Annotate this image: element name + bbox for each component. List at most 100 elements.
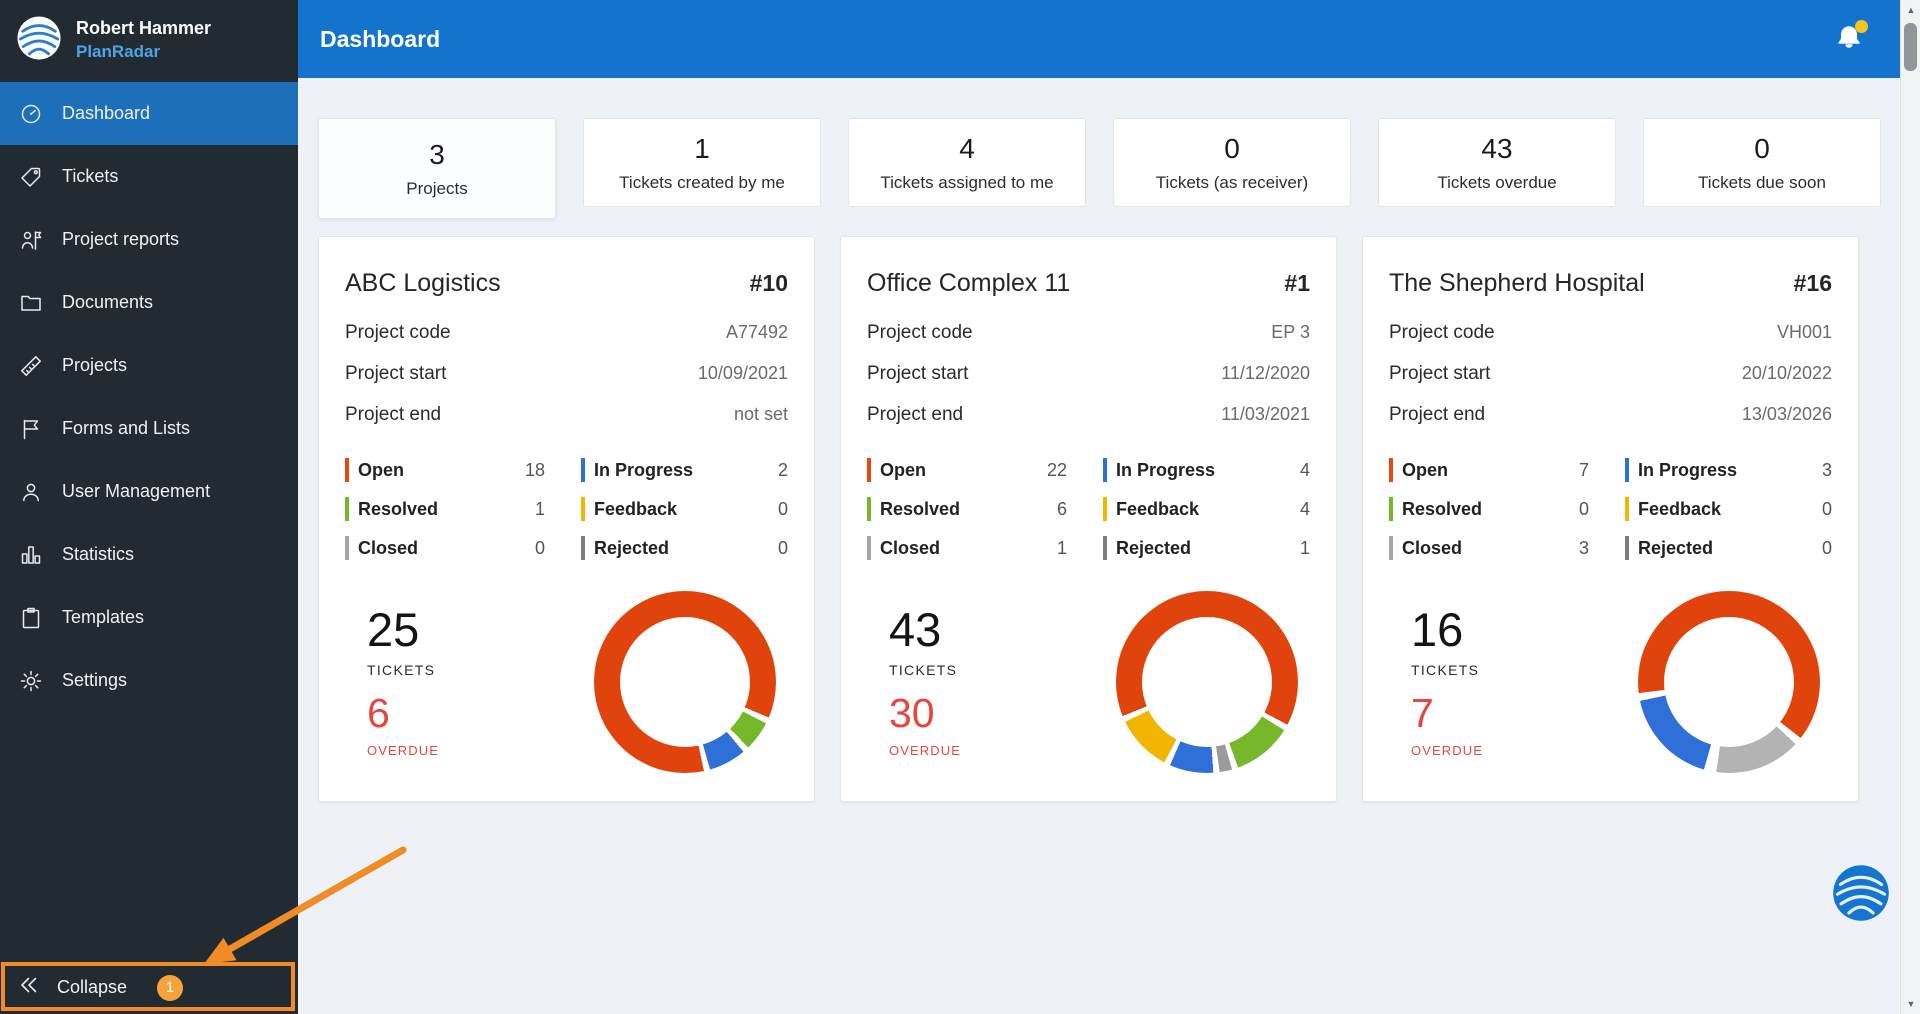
sidebar-item-user-management[interactable]: User Management (0, 460, 298, 523)
sidebar-item-label: User Management (62, 481, 211, 501)
stat-tab-tickets-as-receiver[interactable]: 0 Tickets (as receiver) (1113, 118, 1351, 207)
status-color-bar (1625, 497, 1629, 521)
sidebar-item-templates[interactable]: Templates (0, 586, 298, 649)
sidebar-item-label: Templates (62, 607, 145, 627)
sidebar: Robert Hammer PlanRadar Dashboard Ticket… (0, 0, 298, 1014)
project-end-label: Project end (1389, 404, 1486, 425)
status-resolved: Resolved 0 (1389, 496, 1589, 522)
project-end-label: Project end (345, 404, 442, 425)
sidebar-item-dashboard[interactable]: Dashboard (0, 82, 298, 145)
scrollbar-thumb[interactable] (1904, 23, 1917, 71)
tickets-label: TICKETS (889, 662, 958, 678)
stat-tab-tickets-overdue[interactable]: 43 Tickets overdue (1378, 118, 1616, 207)
project-code-value: VH001 (1776, 322, 1832, 342)
overdue-count: 6 (367, 690, 390, 736)
status-color-bar (1389, 536, 1393, 560)
tickets-donut-chart (1638, 591, 1820, 773)
stat-tab-tickets-assigned-to-me[interactable]: 4 Tickets assigned to me (848, 118, 1086, 207)
stat-value: 0 (1754, 132, 1770, 164)
top-header: Dashboard (298, 0, 1900, 78)
user-block[interactable]: Robert Hammer PlanRadar (0, 0, 298, 80)
sidebar-item-forms-and-lists[interactable]: Forms and Lists (0, 397, 298, 460)
status-in-progress: In Progress 3 (1625, 457, 1832, 483)
tickets-donut-chart (594, 591, 776, 773)
projects-ruler-icon (17, 352, 44, 379)
stat-value: 0 (1224, 132, 1240, 164)
stat-tab-projects[interactable]: 3 Projects (318, 118, 556, 219)
project-card-abc-logistics[interactable]: ABC Logistics #10 Project code A77492 Pro… (318, 236, 815, 802)
stat-tab-tickets-created-by-me[interactable]: 1 Tickets created by me (583, 118, 821, 207)
scroll-up-arrow-icon[interactable]: ▲ (1901, 0, 1920, 20)
status-closed: Closed 3 (1389, 535, 1589, 561)
sidebar-item-label: Tickets (62, 166, 119, 186)
status-color-bar (581, 458, 585, 482)
sidebar-item-label: Project reports (62, 229, 180, 249)
tickets-label: TICKETS (1411, 662, 1480, 678)
project-name: Office Complex 11 (867, 269, 1071, 297)
status-feedback: Feedback 4 (1103, 496, 1310, 522)
status-color-bar (345, 458, 349, 482)
project-code-label: Project code (1389, 322, 1495, 343)
project-code-label: Project code (345, 322, 451, 343)
collapse-count-badge: 1 (157, 974, 184, 1001)
status-color-bar (1625, 536, 1629, 560)
status-color-bar (1103, 536, 1107, 560)
stat-label: Tickets overdue (1437, 172, 1557, 192)
user-icon (17, 478, 44, 505)
notification-bell-icon[interactable] (1834, 20, 1868, 55)
status-color-bar (1103, 458, 1107, 482)
main-content: 3 Projects 1 Tickets created by me 4 Tic… (298, 78, 1900, 1014)
project-number: #10 (749, 270, 788, 296)
sidebar-item-documents[interactable]: Documents (0, 271, 298, 334)
scroll-down-arrow-icon[interactable]: ▼ (1901, 994, 1920, 1014)
project-card-the-shepherd-hospital[interactable]: The Shepherd Hospital #16 Project code VH… (1362, 236, 1859, 802)
project-end-label: Project end (867, 404, 964, 425)
status-in-progress: In Progress 2 (581, 457, 788, 483)
status-rejected: Rejected 0 (581, 535, 788, 561)
overdue-count: 30 (889, 690, 935, 736)
double-chevron-left-icon (17, 973, 41, 1002)
status-closed: Closed 0 (345, 535, 545, 561)
sidebar-item-statistics[interactable]: Statistics (0, 523, 298, 586)
status-open: Open 22 (867, 457, 1067, 483)
stat-value: 43 (1481, 132, 1513, 164)
project-end-value: not set (733, 404, 788, 424)
documents-folder-icon (17, 289, 44, 316)
page-title: Dashboard (320, 25, 441, 52)
project-code-label: Project code (867, 322, 973, 343)
sidebar-item-label: Statistics (62, 544, 135, 564)
project-start-value: 11/12/2020 (1221, 363, 1310, 383)
overdue-label: OVERDUE (1411, 743, 1483, 758)
status-resolved: Resolved 1 (345, 496, 545, 522)
stat-label: Tickets assigned to me (880, 172, 1054, 192)
tickets-label: TICKETS (367, 662, 436, 678)
sidebar-item-project-reports[interactable]: Project reports (0, 208, 298, 271)
project-name: ABC Logistics (345, 269, 501, 297)
status-color-bar (1103, 497, 1107, 521)
overdue-label: OVERDUE (367, 743, 439, 758)
status-open: Open 18 (345, 457, 545, 483)
project-card-office-complex-11[interactable]: Office Complex 11 #1 Project code EP 3 Pr… (840, 236, 1337, 802)
status-color-bar (581, 536, 585, 560)
stat-label: Projects (406, 178, 468, 198)
planradar-logo-icon (16, 15, 62, 66)
project-end-value: 11/03/2021 (1221, 404, 1310, 424)
collapse-button[interactable]: Collapse 1 (0, 965, 298, 1010)
sidebar-item-tickets[interactable]: Tickets (0, 145, 298, 208)
stat-tab-tickets-due-soon[interactable]: 0 Tickets due soon (1643, 118, 1881, 207)
sidebar-item-projects[interactable]: Projects (0, 334, 298, 397)
vertical-scrollbar[interactable]: ▲ ▼ (1900, 0, 1920, 1014)
project-start-value: 10/09/2021 (697, 363, 788, 383)
stat-tabs-row: 3 Projects 1 Tickets created by me 4 Tic… (318, 118, 1881, 219)
project-start-label: Project start (345, 363, 447, 384)
project-number: #1 (1284, 270, 1310, 296)
project-start-label: Project start (867, 363, 969, 384)
status-resolved: Resolved 6 (867, 496, 1067, 522)
notification-dot (1855, 20, 1868, 33)
tickets-donut-chart (1116, 591, 1298, 773)
project-code-value: A77492 (725, 322, 788, 342)
status-color-bar (1389, 458, 1393, 482)
status-rejected: Rejected 1 (1103, 535, 1310, 561)
sidebar-item-settings[interactable]: Settings (0, 649, 298, 712)
project-number: #16 (1793, 270, 1832, 296)
